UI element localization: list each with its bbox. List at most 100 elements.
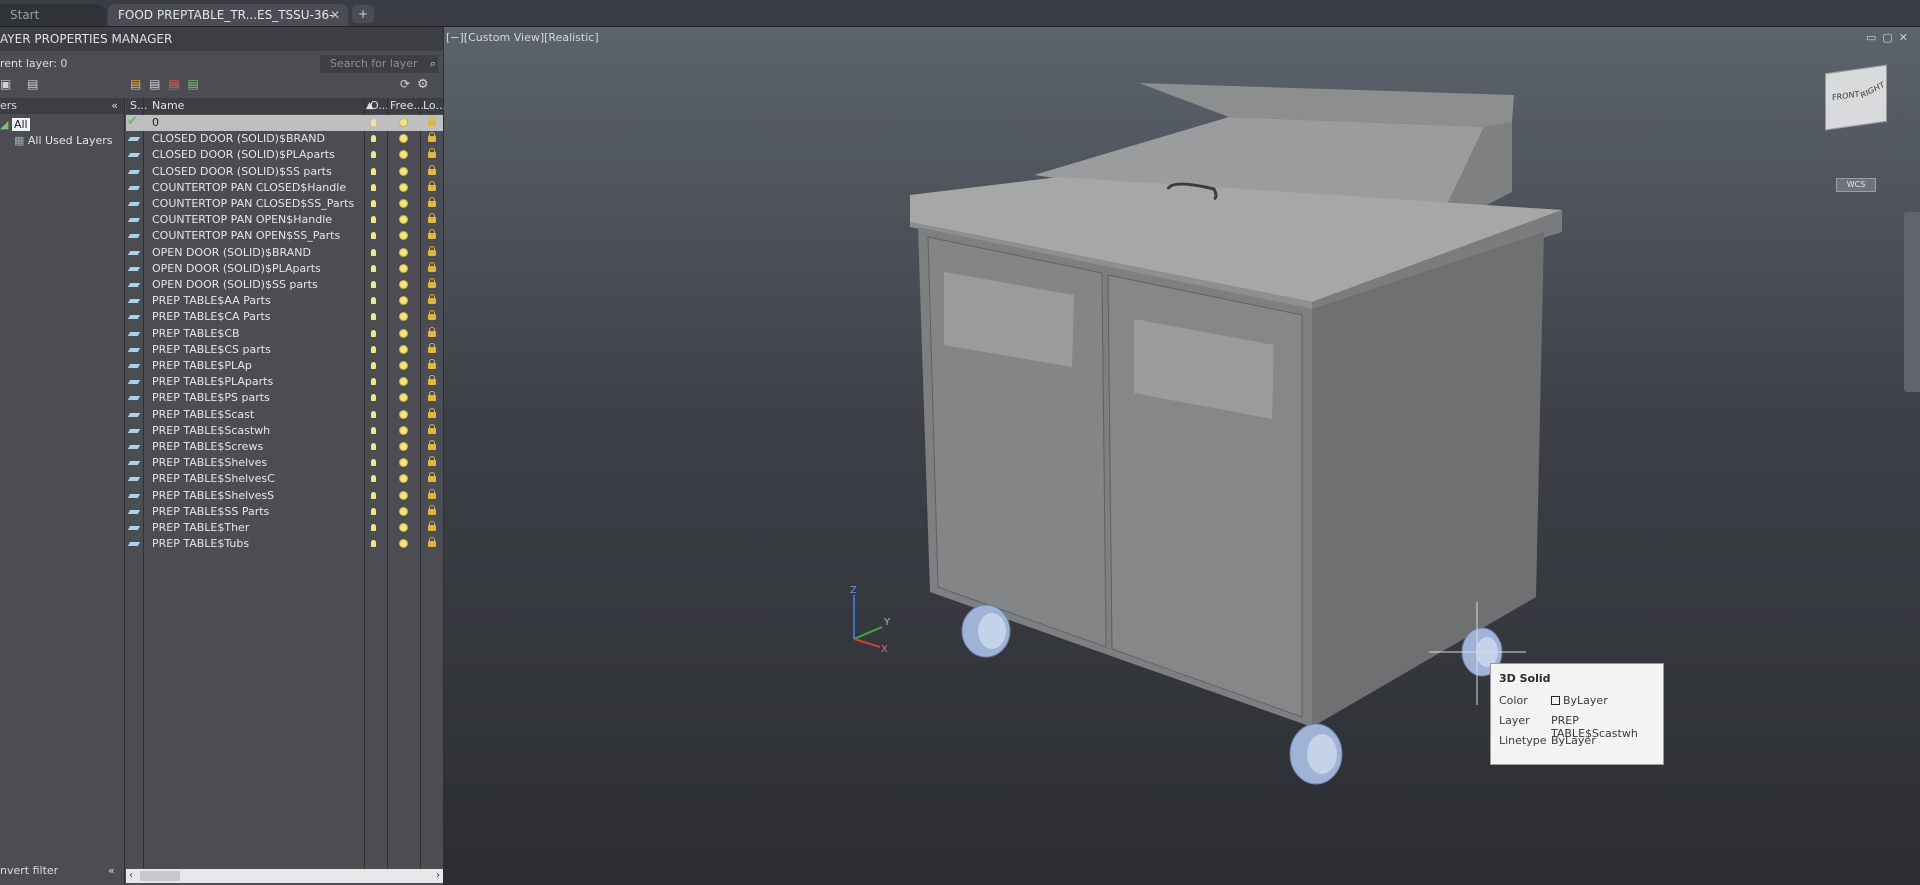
sun-icon[interactable] [400, 443, 407, 450]
layer-row[interactable]: ✔ 0 [126, 114, 443, 131]
sun-icon[interactable] [400, 200, 407, 207]
layer-status-icon[interactable] [127, 410, 141, 420]
sun-icon[interactable] [400, 459, 407, 467]
layer-name[interactable]: PREP TABLE$Screws [152, 439, 263, 455]
lock-icon[interactable] [428, 310, 436, 321]
lock-icon[interactable] [428, 326, 436, 337]
layer-row[interactable]: PREP TABLE$Scastwh [126, 423, 443, 439]
sun-icon[interactable] [400, 410, 407, 418]
scroll-thumb[interactable] [140, 871, 180, 881]
horizontal-scrollbar[interactable]: ‹ › [126, 869, 443, 883]
layer-row[interactable]: PREP TABLE$PS parts [126, 390, 443, 406]
layer-row[interactable]: COUNTERTOP PAN CLOSED$Handle [126, 180, 443, 196]
layer-name[interactable]: PREP TABLE$PS parts [152, 390, 270, 406]
layer-name[interactable]: PREP TABLE$CA Parts [152, 309, 271, 325]
lightbulb-icon[interactable] [371, 459, 376, 467]
lightbulb-icon[interactable] [371, 248, 376, 256]
layer-status-icon[interactable] [127, 361, 141, 371]
layer-name[interactable]: COUNTERTOP PAN OPEN$Handle [152, 212, 332, 228]
lock-icon[interactable] [428, 359, 436, 369]
layer-row[interactable]: PREP TABLE$CB [126, 326, 443, 342]
lightbulb-icon[interactable] [371, 394, 376, 402]
lightbulb-icon[interactable] [371, 410, 376, 418]
lock-icon[interactable] [428, 132, 436, 143]
scroll-left-icon[interactable]: ‹ [129, 869, 133, 883]
search-icon[interactable]: ⌕ [430, 55, 436, 73]
layer-name[interactable]: PREP TABLE$Ther [152, 520, 249, 536]
new-tab-button[interactable]: + [352, 5, 374, 23]
sun-icon[interactable] [400, 491, 407, 499]
lightbulb-icon[interactable] [371, 362, 376, 369]
layer-row[interactable]: PREP TABLE$Shelves [126, 455, 443, 471]
lock-icon[interactable] [428, 148, 436, 159]
sun-icon[interactable] [400, 183, 407, 191]
lightbulb-icon[interactable] [371, 264, 376, 272]
lock-icon[interactable] [428, 180, 436, 191]
layer-row[interactable]: PREP TABLE$Tubs [126, 536, 443, 552]
collapse-icon[interactable]: « [108, 864, 115, 877]
layer-name[interactable]: PREP TABLE$CS parts [152, 342, 271, 358]
layer-status-icon[interactable] [127, 183, 141, 193]
layer-status-icon[interactable] [127, 296, 141, 306]
lock-icon[interactable] [428, 261, 436, 272]
close-icon[interactable]: ✕ [330, 4, 340, 26]
lightbulb-icon[interactable] [371, 524, 376, 531]
layer-row[interactable]: PREP TABLE$AA Parts [126, 293, 443, 309]
lightbulb-icon[interactable] [371, 183, 376, 191]
set-current-icon[interactable]: ▤ [188, 77, 199, 91]
layer-name[interactable]: CLOSED DOOR (SOLID)$SS parts [152, 164, 332, 180]
lock-icon[interactable] [428, 294, 436, 305]
lock-icon[interactable] [428, 488, 436, 499]
lock-icon[interactable] [428, 245, 436, 256]
refresh-icon[interactable]: ⟳ [400, 77, 410, 91]
layer-row[interactable]: PREP TABLE$SS Parts [126, 504, 443, 520]
layer-name[interactable]: CLOSED DOOR (SOLID)$PLAparts [152, 147, 335, 163]
sun-icon[interactable] [400, 264, 407, 272]
column-on[interactable]: O... [370, 98, 389, 114]
sun-icon[interactable] [400, 540, 407, 548]
drawing-viewport[interactable]: [−][Custom View][Realistic] ▭▢✕ Z Y X FR… [444, 27, 1920, 885]
layer-row[interactable]: CLOSED DOOR (SOLID)$SS parts [126, 164, 443, 180]
column-lock[interactable]: Lo... [423, 98, 446, 114]
lightbulb-icon[interactable] [371, 313, 376, 321]
layer-name[interactable]: COUNTERTOP PAN CLOSED$SS_Parts [152, 196, 354, 212]
layer-status-icon[interactable] [127, 199, 141, 209]
lightbulb-icon[interactable] [371, 378, 376, 386]
layer-name[interactable]: CLOSED DOOR (SOLID)$BRAND [152, 131, 325, 147]
lightbulb-icon[interactable] [371, 329, 376, 337]
layer-status-icon[interactable] [127, 167, 141, 177]
sun-icon[interactable] [400, 216, 407, 224]
layer-row[interactable]: PREP TABLE$CA Parts [126, 309, 443, 325]
layer-name[interactable]: 0 [152, 115, 159, 131]
lightbulb-icon[interactable] [371, 540, 376, 548]
lock-icon[interactable] [428, 278, 436, 288]
layer-name[interactable]: PREP TABLE$Tubs [152, 536, 249, 552]
column-freeze[interactable]: Free... [390, 98, 424, 114]
layer-name[interactable]: PREP TABLE$Scast [152, 407, 254, 423]
layer-status-icon[interactable] [127, 393, 141, 403]
lock-icon[interactable] [428, 456, 436, 467]
viewcube-front-face[interactable]: FRONT [1832, 90, 1859, 103]
sun-icon[interactable] [400, 281, 407, 288]
sun-icon[interactable] [400, 151, 407, 159]
viewcube[interactable]: FRONT RIGHT [1825, 64, 1887, 131]
lock-icon[interactable] [428, 440, 436, 450]
layer-name[interactable]: PREP TABLE$SS Parts [152, 504, 269, 520]
viewcube-right-face[interactable]: RIGHT [1859, 80, 1886, 100]
lock-icon[interactable] [428, 213, 436, 224]
lock-icon[interactable] [428, 116, 436, 126]
lightbulb-icon[interactable] [371, 475, 376, 483]
sun-icon[interactable] [400, 345, 407, 353]
layer-row[interactable]: OPEN DOOR (SOLID)$PLAparts [126, 261, 443, 277]
layer-status-icon[interactable] [127, 377, 141, 387]
layer-status-icon[interactable] [127, 134, 141, 144]
layer-name[interactable]: PREP TABLE$CB [152, 326, 240, 342]
layer-name[interactable]: PREP TABLE$ShelvesC [152, 471, 275, 487]
sun-icon[interactable] [400, 475, 407, 483]
sun-icon[interactable] [400, 297, 407, 305]
scroll-right-icon[interactable]: › [436, 869, 440, 883]
new-layer-vp-frozen-icon[interactable]: ▤ [149, 77, 160, 91]
wcs-menu[interactable]: WCS [1836, 178, 1876, 192]
sun-icon[interactable] [400, 426, 407, 434]
lock-icon[interactable] [428, 537, 436, 548]
